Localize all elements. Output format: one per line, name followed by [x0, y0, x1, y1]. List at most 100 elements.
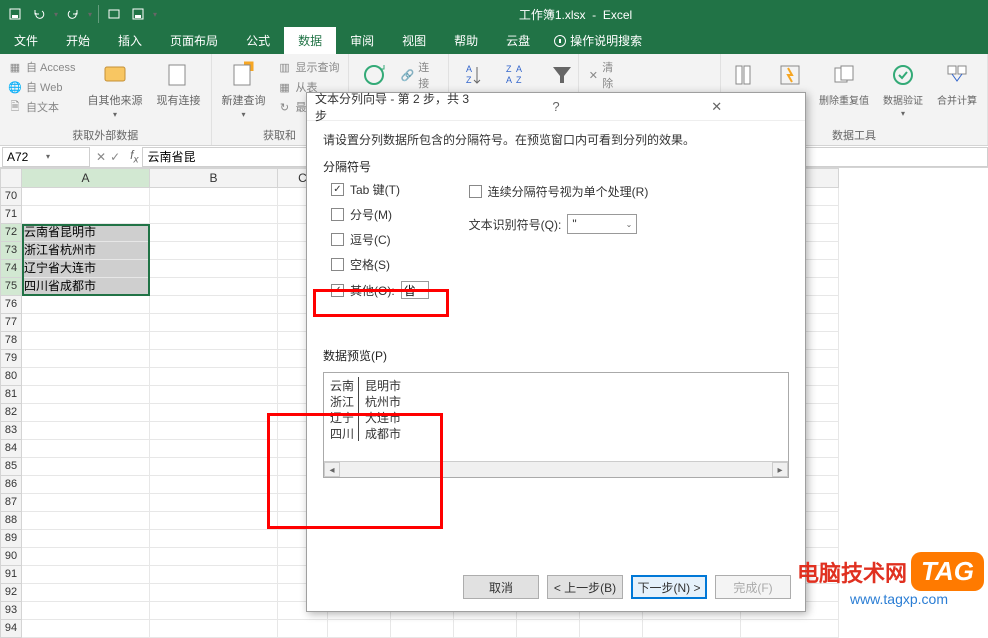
row-header[interactable]: 70: [0, 188, 22, 206]
back-button[interactable]: < 上一步(B): [547, 575, 623, 599]
row-header[interactable]: 82: [0, 404, 22, 422]
chk-other[interactable]: 其他(O):: [331, 281, 429, 299]
filter[interactable]: [543, 58, 581, 92]
row-header[interactable]: 77: [0, 314, 22, 332]
select-all-corner[interactable]: [0, 168, 22, 188]
col-header-B[interactable]: B: [150, 168, 278, 188]
sort-dialog[interactable]: ZAAZ: [499, 58, 537, 92]
consolidate[interactable]: 合并计算: [933, 58, 981, 109]
tell-me[interactable]: 操作说明搜索: [544, 27, 652, 54]
new-query[interactable]: 新建查询▾: [218, 58, 270, 121]
connections[interactable]: 🔗连接: [399, 58, 442, 92]
checkbox-icon: [469, 185, 482, 198]
row-header[interactable]: 81: [0, 386, 22, 404]
flash-fill[interactable]: [771, 58, 809, 92]
row-header[interactable]: 73: [0, 242, 22, 260]
qat-customize-icon[interactable]: ▾: [153, 10, 157, 19]
from-access[interactable]: ▦自 Access: [6, 58, 78, 76]
tab-home[interactable]: 开始: [52, 27, 104, 54]
watermark-text: 电脑技术网: [797, 556, 907, 588]
undo-dropdown-icon[interactable]: ▾: [54, 10, 58, 19]
other-sources[interactable]: 自其他来源▾: [84, 58, 147, 121]
qat-btn-2[interactable]: [129, 5, 147, 23]
tab-cloud[interactable]: 云盘: [492, 27, 544, 54]
row-header[interactable]: 93: [0, 602, 22, 620]
cancel-edit-icon[interactable]: ✕: [96, 150, 106, 164]
preview-scrollbar[interactable]: ◂ ▸: [324, 461, 788, 477]
row-header[interactable]: 87: [0, 494, 22, 512]
chk-consecutive[interactable]: 连续分隔符号视为单个处理(R): [469, 183, 649, 200]
svg-text:Z: Z: [466, 75, 472, 85]
recent-icon: ↻: [278, 100, 292, 114]
qualifier-select[interactable]: "⌄: [567, 214, 637, 234]
tab-file[interactable]: 文件: [0, 27, 52, 54]
row-header[interactable]: 91: [0, 566, 22, 584]
checkbox-icon: [331, 284, 344, 297]
tab-layout[interactable]: 页面布局: [156, 27, 232, 54]
lightbulb-icon: [554, 35, 566, 47]
cancel-button[interactable]: 取消: [463, 575, 539, 599]
existing-connections[interactable]: 现有连接: [153, 58, 205, 110]
next-button[interactable]: 下一步(N) >: [631, 575, 707, 599]
row-header[interactable]: 79: [0, 350, 22, 368]
chk-space[interactable]: 空格(S): [331, 256, 429, 273]
qualifier-label: 文本识别符号(Q):: [469, 216, 562, 233]
row-header[interactable]: 85: [0, 458, 22, 476]
row-header[interactable]: 88: [0, 512, 22, 530]
redo-icon[interactable]: [64, 5, 82, 23]
fx-icon[interactable]: fx: [126, 148, 142, 165]
tab-review[interactable]: 审阅: [336, 27, 388, 54]
row-header[interactable]: 86: [0, 476, 22, 494]
row-header[interactable]: 84: [0, 440, 22, 458]
row-header[interactable]: 74: [0, 260, 22, 278]
chk-semicolon[interactable]: 分号(M): [331, 206, 429, 223]
grid-row[interactable]: [22, 620, 988, 638]
finish-button: 完成(F): [715, 575, 791, 599]
scroll-right-icon[interactable]: ▸: [772, 462, 788, 477]
row-header[interactable]: 94: [0, 620, 22, 638]
other-delimiter-input[interactable]: [401, 281, 429, 299]
preview-label: 数据预览(P): [323, 347, 789, 364]
close-button[interactable]: ✕: [636, 99, 797, 115]
refresh-all[interactable]: [355, 58, 393, 92]
text-to-cols[interactable]: [727, 58, 765, 92]
undo-icon[interactable]: [30, 5, 48, 23]
row-header[interactable]: 71: [0, 206, 22, 224]
row-header[interactable]: 78: [0, 332, 22, 350]
tab-view[interactable]: 视图: [388, 27, 440, 54]
chk-tab[interactable]: Tab 键(T): [331, 181, 429, 198]
from-text[interactable]: 🗎自文本: [6, 98, 78, 116]
name-box[interactable]: A72▾: [2, 147, 90, 167]
row-header[interactable]: 90: [0, 548, 22, 566]
watermark: 电脑技术网 TAG: [797, 552, 984, 591]
window-title: 工作簿1.xlsx - Excel: [163, 6, 988, 23]
chk-comma[interactable]: 逗号(C): [331, 231, 429, 248]
row-header[interactable]: 72: [0, 224, 22, 242]
row-header[interactable]: 75: [0, 278, 22, 296]
tab-help[interactable]: 帮助: [440, 27, 492, 54]
redo-dropdown-icon[interactable]: ▾: [88, 10, 92, 19]
scroll-left-icon[interactable]: ◂: [324, 462, 340, 477]
row-header[interactable]: 76: [0, 296, 22, 314]
from-web[interactable]: 🌐自 Web: [6, 78, 78, 96]
svg-text:Z: Z: [506, 64, 512, 74]
confirm-edit-icon[interactable]: ✓: [110, 150, 120, 164]
link-icon: 🔗: [401, 68, 415, 82]
help-button[interactable]: ?: [476, 99, 637, 114]
data-validation[interactable]: 数据验证▾: [879, 58, 927, 120]
row-header[interactable]: 89: [0, 530, 22, 548]
sort-az[interactable]: AZ: [455, 58, 493, 92]
qat-btn-1[interactable]: [105, 5, 123, 23]
row-header[interactable]: 83: [0, 422, 22, 440]
tab-data[interactable]: 数据: [284, 27, 336, 54]
col-header-A[interactable]: A: [22, 168, 150, 188]
name-box-dropdown-icon[interactable]: ▾: [46, 152, 85, 161]
show-query[interactable]: ▥显示查询: [276, 58, 342, 76]
remove-duplicates[interactable]: 删除重复值: [815, 58, 873, 109]
tab-insert[interactable]: 插入: [104, 27, 156, 54]
tab-formulas[interactable]: 公式: [232, 27, 284, 54]
group-external-data: ▦自 Access 🌐自 Web 🗎自文本 自其他来源▾ 现有连接 获取外部数据: [0, 54, 212, 145]
row-header[interactable]: 92: [0, 584, 22, 602]
save-icon[interactable]: [6, 5, 24, 23]
row-header[interactable]: 80: [0, 368, 22, 386]
